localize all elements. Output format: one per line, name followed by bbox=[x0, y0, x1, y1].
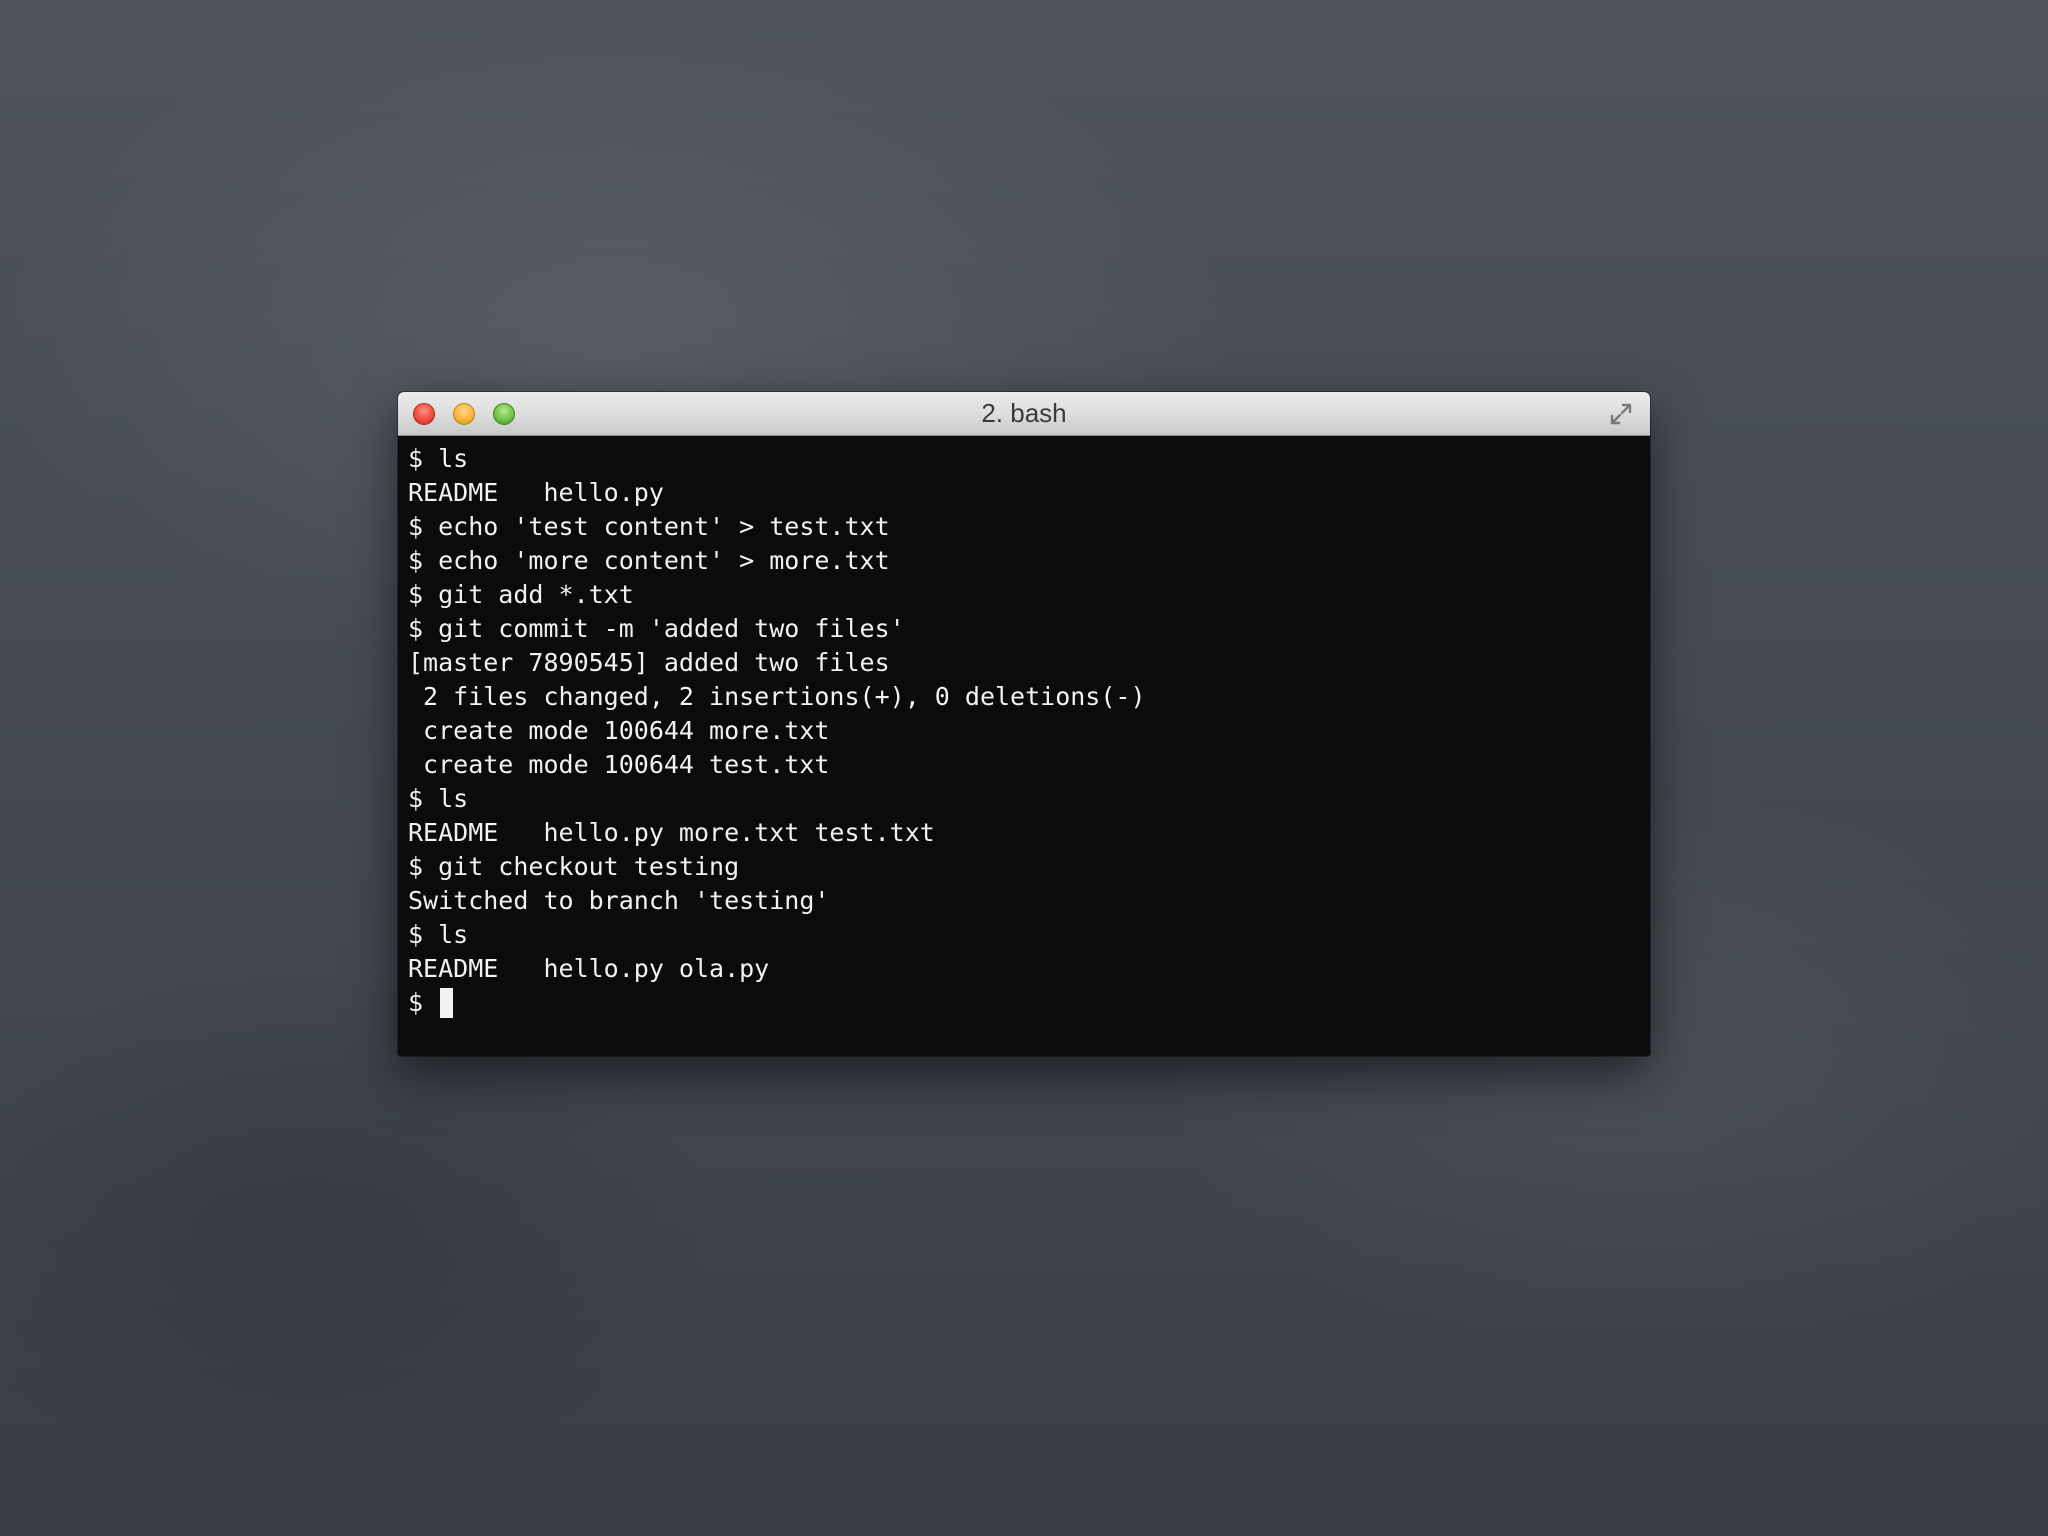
terminal-line: $ echo 'more content' > more.txt bbox=[408, 546, 890, 575]
shell-prompt: $ bbox=[408, 988, 439, 1017]
terminal-output-area[interactable]: $ ls README hello.py $ echo 'test conten… bbox=[398, 436, 1650, 1056]
terminal-line: $ echo 'test content' > test.txt bbox=[408, 512, 890, 541]
terminal-line: README hello.py ola.py bbox=[408, 954, 770, 983]
terminal-prompt-line[interactable]: $ bbox=[408, 986, 1650, 1020]
terminal-line: create mode 100644 test.txt bbox=[408, 750, 830, 779]
fullscreen-arrows-icon[interactable] bbox=[1608, 401, 1634, 427]
terminal-line: $ git add *.txt bbox=[408, 580, 634, 609]
terminal-line: $ git checkout testing bbox=[408, 852, 740, 881]
text-cursor bbox=[440, 988, 454, 1018]
terminal-line: $ ls bbox=[408, 444, 469, 473]
window-title: 2. bash bbox=[981, 398, 1067, 428]
terminal-line: 2 files changed, 2 insertions(+), 0 dele… bbox=[408, 682, 1146, 711]
terminal-window: 2. bash $ ls README hello.py $ echo 'tes… bbox=[398, 392, 1650, 1056]
terminal-line: $ ls bbox=[408, 920, 469, 949]
terminal-line: create mode 100644 more.txt bbox=[408, 716, 830, 745]
terminal-line: $ ls bbox=[408, 784, 469, 813]
terminal-line: [master 7890545] added two files bbox=[408, 648, 890, 677]
terminal-line: Switched to branch 'testing' bbox=[408, 886, 830, 915]
terminal-line: $ git commit -m 'added two files' bbox=[408, 614, 905, 643]
window-titlebar[interactable]: 2. bash bbox=[398, 392, 1650, 436]
terminal-line: README hello.py bbox=[408, 478, 664, 507]
terminal-line: README hello.py more.txt test.txt bbox=[408, 818, 935, 847]
